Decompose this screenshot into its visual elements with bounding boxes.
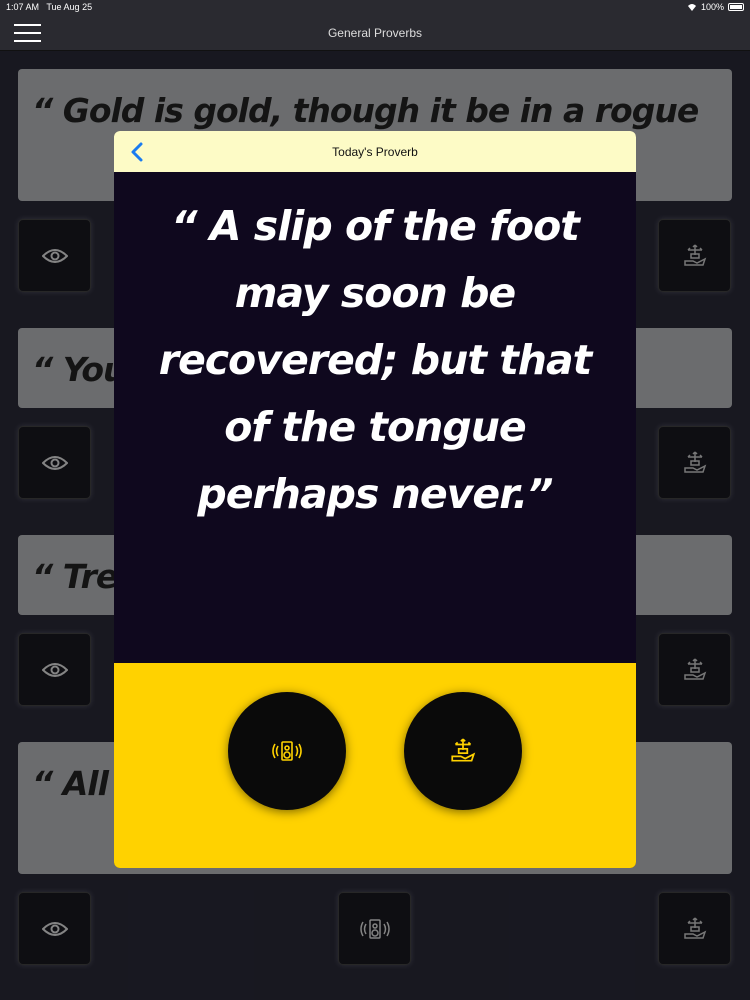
status-bar: 1:07 AM Tue Aug 25 100%: [0, 0, 750, 16]
hand-share-icon: [451, 738, 476, 762]
modal-header: Today's Proverb: [114, 131, 636, 172]
proverb-text: “ A slip of the foot may soon be recover…: [158, 202, 593, 518]
todays-proverb-modal: Today's Proverb “ A slip of the foot may…: [114, 131, 636, 868]
modal-footer: [114, 663, 636, 868]
status-time-date: 1:07 AM Tue Aug 25: [6, 2, 92, 12]
status-date: Tue Aug 25: [46, 2, 93, 12]
nav-bar: General Proverbs: [0, 16, 750, 51]
battery-icon: [728, 3, 744, 11]
speak-button[interactable]: [228, 692, 346, 810]
wifi-icon: [687, 4, 696, 11]
battery-percent: 100%: [700, 2, 724, 12]
status-time: 1:07 AM: [6, 2, 40, 12]
page-title: General Proverbs: [327, 26, 423, 40]
status-indicators: 100%: [687, 2, 744, 12]
speaker-icon: [272, 741, 302, 761]
modal-title: Today's Proverb: [332, 145, 418, 159]
share-button[interactable]: [404, 692, 522, 810]
